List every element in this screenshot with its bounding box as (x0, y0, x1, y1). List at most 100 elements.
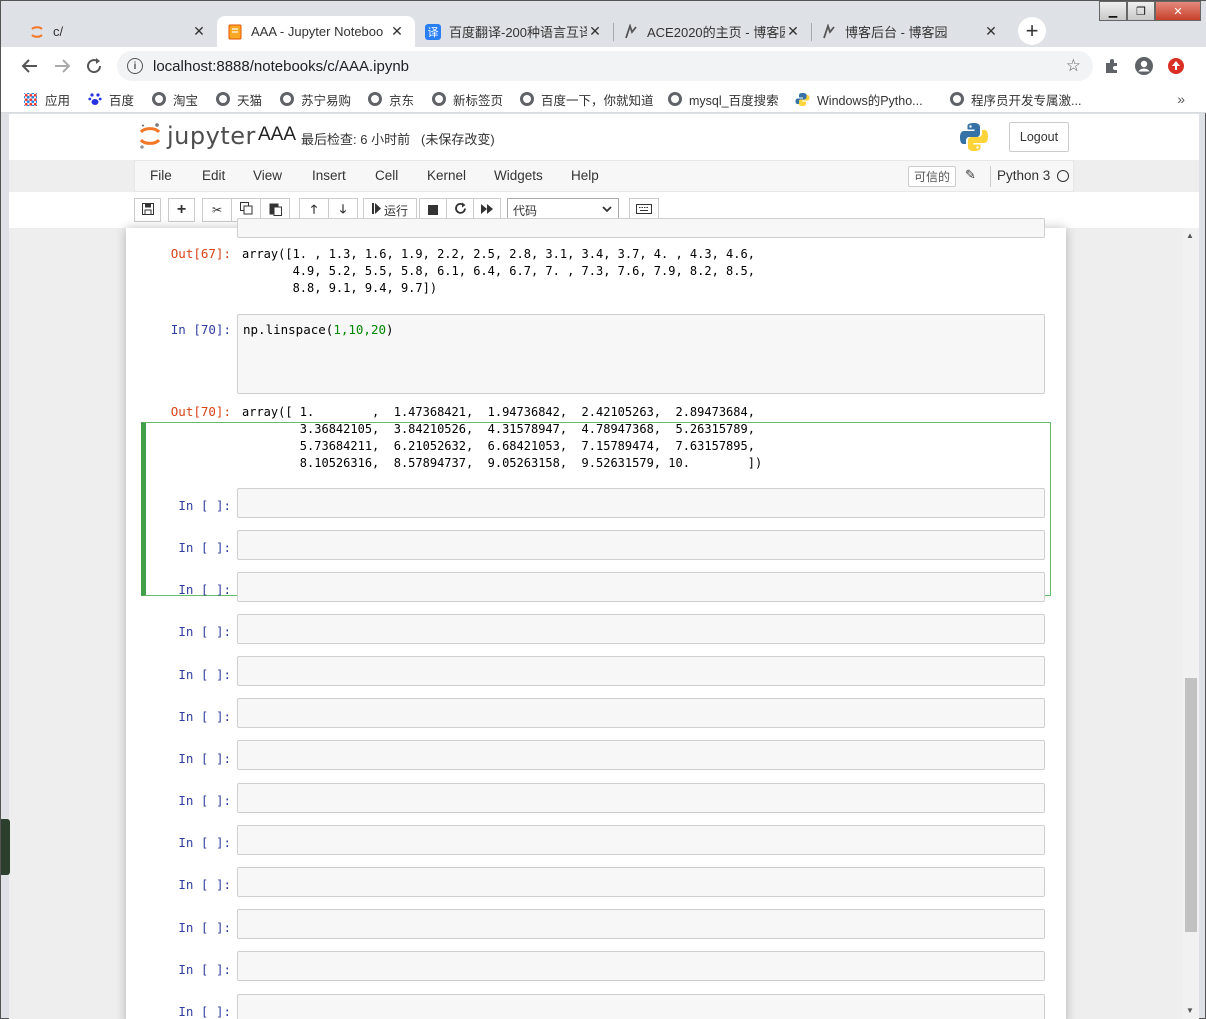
cut-button[interactable]: ✂ (202, 198, 232, 222)
checkpoint-status: 最后检查: 6 小时前 (301, 132, 411, 147)
bookmark-star-icon[interactable]: ☆ (1066, 56, 1081, 76)
close-tab-icon[interactable]: ✕ (785, 23, 801, 40)
menu-view[interactable]: View (253, 168, 282, 183)
globe-icon (151, 92, 166, 107)
bookmark-label: 程序员开发专属激... (971, 93, 1082, 108)
tab-jupyter-tree[interactable]: c/ ✕ (19, 16, 217, 47)
extensions-puzzle-icon[interactable] (1101, 55, 1123, 77)
python-icon (795, 92, 810, 107)
logout-button[interactable]: Logout (1009, 122, 1069, 152)
empty-code-cell[interactable] (237, 783, 1045, 813)
empty-code-cell[interactable] (237, 488, 1045, 518)
input-prompt: In [ ]: (178, 709, 231, 724)
tab-title: 博客后台 - 博客园 (845, 25, 948, 40)
step-forward-icon (371, 203, 381, 217)
cnblogs-tab-icon (623, 23, 639, 40)
side-dock-handle[interactable] (1, 819, 10, 875)
empty-code-cell[interactable] (237, 825, 1045, 855)
notebook-menubar: File Edit View Insert Cell Kernel Widget… (134, 160, 1074, 192)
empty-code-cell[interactable] (237, 951, 1045, 981)
input-prompt: In [ ]: (178, 624, 231, 639)
profile-avatar-icon[interactable] (1133, 55, 1155, 77)
empty-code-cell[interactable] (237, 909, 1045, 939)
bookmark-dev-activation[interactable]: 程序员开发专属激... (949, 89, 1081, 109)
site-info-icon[interactable]: i (127, 58, 143, 74)
empty-code-cell[interactable] (237, 740, 1045, 770)
menu-widgets[interactable]: Widgets (494, 168, 543, 183)
bookmark-tmall[interactable]: 天猫 (215, 89, 262, 109)
close-tab-icon[interactable]: ✕ (983, 23, 999, 40)
empty-code-cell[interactable] (237, 994, 1045, 1019)
bookmark-apps[interactable]: 应用 (23, 89, 70, 109)
globe-icon (667, 92, 682, 107)
menu-edit[interactable]: Edit (202, 168, 225, 183)
empty-code-cell[interactable] (237, 656, 1045, 686)
bookmark-suning[interactable]: 苏宁易购 (279, 89, 351, 109)
empty-code-cell[interactable] (237, 572, 1045, 602)
menu-insert[interactable]: Insert (312, 168, 346, 183)
input-prompt: In [ ]: (178, 582, 231, 597)
globe-icon (367, 92, 382, 107)
jupyter-header: jupyter AAA 最后检查: 6 小时前 (未保存改变) Logout (9, 114, 1199, 160)
restart-icon (454, 202, 467, 218)
tab-blog-admin[interactable]: 博客后台 - 博客园 ✕ (811, 16, 1009, 47)
bookmark-mysql[interactable]: mysql_百度搜索 (667, 89, 779, 109)
notebook-name[interactable]: AAA (258, 124, 296, 146)
empty-code-cell[interactable] (237, 698, 1045, 728)
python-logo-icon (959, 122, 989, 152)
close-tab-icon[interactable]: ✕ (389, 23, 405, 40)
pencil-edit-icon[interactable]: ✎ (965, 167, 976, 183)
close-tab-icon[interactable]: ✕ (587, 23, 603, 40)
output-prompt: Out[67]: (170, 246, 231, 261)
minimize-button[interactable]: ▁ (1099, 1, 1127, 21)
bookmark-windows-python[interactable]: Windows的Pytho... (795, 89, 923, 109)
code-input-cell-70[interactable]: np.linspace(1,10,20) (237, 314, 1045, 394)
back-arrow-icon[interactable] (17, 53, 43, 79)
menu-help[interactable]: Help (571, 168, 599, 183)
new-tab-button[interactable]: + (1018, 17, 1046, 45)
close-tab-icon[interactable]: ✕ (191, 23, 207, 40)
update-available-icon[interactable] (1165, 55, 1187, 77)
jupyter-page: jupyter AAA 最后检查: 6 小时前 (未保存改变) Logout F… (9, 114, 1199, 1019)
autosave-status: (未保存改变) (421, 132, 495, 147)
empty-code-cell[interactable] (237, 867, 1045, 897)
input-prompt: In [ ]: (178, 835, 231, 850)
scroll-down-arrow-icon[interactable]: ▼ (1186, 1006, 1194, 1015)
scissors-icon: ✂ (211, 203, 223, 217)
globe-icon (215, 92, 230, 107)
bookmark-label: 百度一下，你就知道 (541, 93, 654, 108)
bookmark-jd[interactable]: 京东 (367, 89, 414, 109)
menu-kernel[interactable]: Kernel (427, 168, 466, 183)
plus-icon: + (176, 201, 187, 218)
bookmark-baidu[interactable]: 百度 (87, 89, 134, 109)
bookmarks-overflow-icon[interactable]: » (1177, 91, 1185, 107)
scroll-up-arrow-icon[interactable]: ▲ (1186, 231, 1194, 240)
menu-file[interactable]: File (150, 168, 172, 183)
browser-toolbar: i localhost:8888/notebooks/c/AAA.ipynb ☆ (1, 47, 1206, 85)
kernel-name[interactable]: Python 3 (997, 168, 1050, 183)
bookmark-taobao[interactable]: 淘宝 (151, 89, 198, 109)
trusted-badge[interactable]: 可信的 (908, 166, 957, 187)
tab-ace2020-home[interactable]: ACE2020的主页 - 博客园 ✕ (613, 16, 811, 47)
bookmark-baidu-search[interactable]: 百度一下，你就知道 (519, 89, 654, 109)
empty-code-cell[interactable] (237, 614, 1045, 644)
page-scrollbar[interactable]: ▲ ▼ (1183, 228, 1199, 1019)
code-input-cell-66[interactable] (237, 218, 1045, 238)
scrollbar-thumb[interactable] (1185, 678, 1197, 932)
close-window-button[interactable]: ✕ (1155, 1, 1201, 21)
bookmarks-bar: 应用 百度 淘宝 天猫 苏宁易购 京东 新标签页 百度一下，你就知道 mysql… (1, 85, 1206, 113)
address-bar[interactable]: i localhost:8888/notebooks/c/AAA.ipynb ☆ (117, 51, 1093, 81)
empty-code-cell[interactable] (237, 530, 1045, 560)
tab-baidu-translate[interactable]: 译 百度翻译-200种语言互译 ✕ (415, 16, 613, 47)
maximize-button[interactable]: ❐ (1127, 1, 1155, 21)
reload-icon[interactable] (81, 53, 107, 79)
bookmark-new-tab[interactable]: 新标签页 (431, 89, 503, 109)
save-button[interactable] (134, 198, 161, 222)
menu-cell[interactable]: Cell (375, 168, 398, 183)
forward-arrow-icon[interactable] (49, 53, 75, 79)
input-prompt: In [ ]: (178, 962, 231, 977)
jupyter-logo[interactable]: jupyter (139, 122, 256, 150)
insert-cell-button[interactable]: + (168, 198, 195, 222)
tab-aaa-notebook[interactable]: AAA - Jupyter Noteboo ✕ (217, 16, 415, 47)
baidu-translate-tab-icon: 译 (425, 23, 441, 40)
